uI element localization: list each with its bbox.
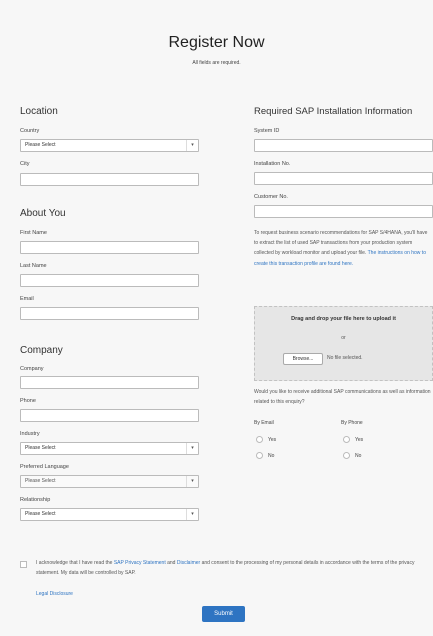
consent-text-and: and bbox=[165, 560, 177, 566]
phone-label: Phone bbox=[20, 398, 36, 404]
privacy-statement-link[interactable]: SAP Privacy Statement bbox=[114, 560, 166, 566]
by-email-label: By Email bbox=[254, 420, 274, 426]
consent-text: I acknowledge that I have read the SAP P… bbox=[36, 558, 432, 578]
first-name-input[interactable] bbox=[20, 241, 199, 254]
chevron-down-icon: ▾ bbox=[186, 476, 198, 487]
drop-zone-title: Drag and drop your file here to upload i… bbox=[291, 316, 396, 322]
email-yes-radio[interactable] bbox=[256, 436, 263, 443]
about-heading: About You bbox=[20, 208, 66, 219]
city-input[interactable] bbox=[20, 173, 199, 186]
consent-checkbox[interactable] bbox=[20, 561, 27, 568]
country-select-value: Please Select bbox=[25, 142, 56, 148]
communications-question: Would you like to receive additional SAP… bbox=[254, 389, 431, 406]
chevron-down-icon: ▾ bbox=[186, 509, 198, 520]
phone-yes-label: Yes bbox=[355, 437, 364, 443]
country-label: Country bbox=[20, 128, 40, 134]
country-select[interactable]: Please Select ▾ bbox=[20, 139, 199, 152]
email-field[interactable] bbox=[20, 307, 199, 320]
phone-no-label: No bbox=[355, 453, 362, 459]
system-id-input[interactable] bbox=[254, 139, 433, 152]
company-input[interactable] bbox=[20, 376, 199, 389]
language-select-value: Please Select bbox=[25, 478, 56, 484]
relationship-select-value: Please Select bbox=[25, 511, 56, 517]
system-id-label: System ID bbox=[254, 128, 280, 134]
industry-select-value: Please Select bbox=[25, 445, 56, 451]
installation-no-input[interactable] bbox=[254, 172, 433, 185]
relationship-select[interactable]: Please Select ▾ bbox=[20, 508, 199, 521]
industry-label: Industry bbox=[20, 431, 40, 437]
language-select[interactable]: Please Select ▾ bbox=[20, 475, 199, 488]
chevron-down-icon: ▾ bbox=[186, 140, 198, 151]
email-no-label: No bbox=[268, 453, 275, 459]
sap-info-text: To request business scenario recommendat… bbox=[254, 228, 430, 269]
phone-input[interactable] bbox=[20, 409, 199, 422]
by-phone-label: By Phone bbox=[341, 420, 363, 426]
required-note: All fields are required. bbox=[192, 60, 241, 66]
phone-no-radio[interactable] bbox=[343, 452, 350, 459]
browse-button[interactable]: Browse... bbox=[283, 353, 323, 365]
email-yes-label: Yes bbox=[268, 437, 277, 443]
sap-heading: Required SAP Installation Information bbox=[254, 106, 413, 117]
location-heading: Location bbox=[20, 106, 58, 117]
legal-disclosure-link[interactable]: Legal Disclosure bbox=[36, 589, 73, 599]
consent-text-start: I acknowledge that I have read the bbox=[36, 560, 114, 566]
industry-select[interactable]: Please Select ▾ bbox=[20, 442, 199, 455]
drop-zone-or: or bbox=[341, 335, 346, 341]
file-drop-zone[interactable]: Drag and drop your file here to upload i… bbox=[254, 306, 433, 381]
phone-yes-radio[interactable] bbox=[343, 436, 350, 443]
company-heading: Company bbox=[20, 345, 63, 356]
no-file-status: No file selected. bbox=[327, 355, 363, 361]
company-label: Company bbox=[20, 366, 44, 372]
last-name-input[interactable] bbox=[20, 274, 199, 287]
submit-button[interactable]: Submit bbox=[202, 606, 245, 622]
city-label: City bbox=[20, 161, 30, 167]
last-name-label: Last Name bbox=[20, 263, 47, 269]
language-label: Preferred Language bbox=[20, 464, 69, 470]
customer-no-input[interactable] bbox=[254, 205, 433, 218]
first-name-label: First Name bbox=[20, 230, 47, 236]
installation-no-label: Installation No. bbox=[254, 161, 291, 167]
customer-no-label: Customer No. bbox=[254, 194, 288, 200]
chevron-down-icon: ▾ bbox=[186, 443, 198, 454]
page-title: Register Now bbox=[168, 34, 265, 51]
email-no-radio[interactable] bbox=[256, 452, 263, 459]
email-label: Email bbox=[20, 296, 34, 302]
relationship-label: Relationship bbox=[20, 497, 51, 503]
disclaimer-link[interactable]: Disclaimer bbox=[177, 560, 200, 566]
